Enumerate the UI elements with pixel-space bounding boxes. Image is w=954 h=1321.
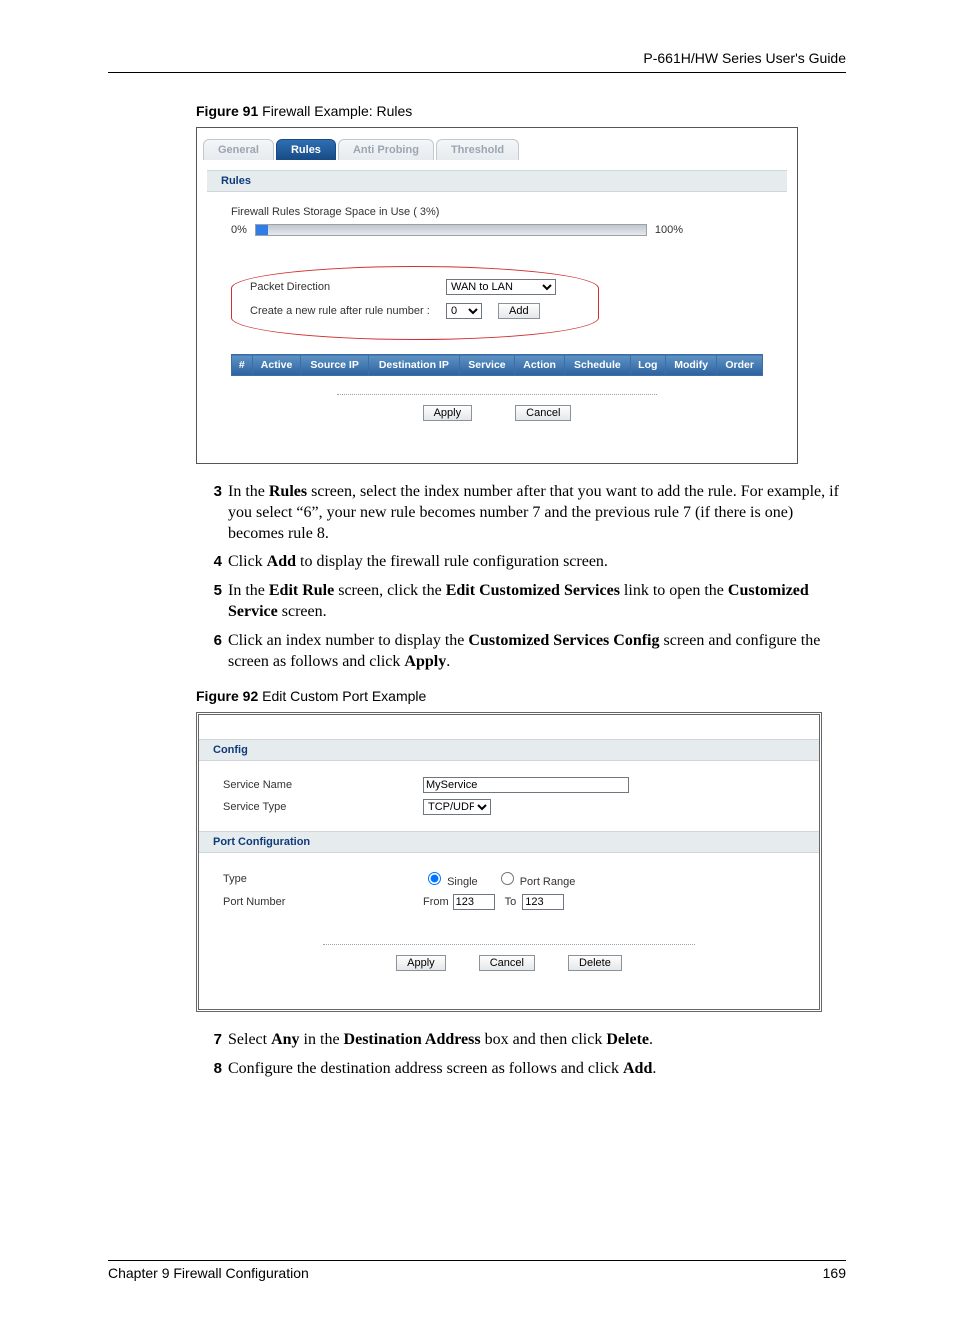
delete-button[interactable]: Delete xyxy=(568,955,622,971)
step-num: 6 xyxy=(196,631,222,673)
steps-a: 3In the Rules screen, select the index n… xyxy=(196,482,846,672)
figure91-caption-bold: Figure 91 xyxy=(196,103,258,119)
from-input[interactable] xyxy=(453,894,495,910)
dotted-separator xyxy=(337,394,656,395)
step-text: Click Add to display the firewall rule c… xyxy=(228,552,608,573)
footer-left: Chapter 9 Firewall Configuration xyxy=(108,1265,309,1281)
step-text: Select Any in the Destination Address bo… xyxy=(228,1030,653,1051)
to-input[interactable] xyxy=(522,894,564,910)
service-type-select[interactable]: TCP/UDP xyxy=(423,799,491,815)
col-order: Order xyxy=(717,355,763,376)
type-single-radio[interactable] xyxy=(428,872,441,885)
service-name-label: Service Name xyxy=(223,779,423,791)
packet-direction-label: Packet Direction xyxy=(250,281,430,293)
type-label: Type xyxy=(223,873,423,885)
doc-header: P-661H/HW Series User's Guide xyxy=(108,50,846,72)
service-name-input[interactable] xyxy=(423,777,629,793)
config-header: Config xyxy=(199,739,819,761)
col-service: Service xyxy=(459,355,514,376)
type-single[interactable]: Single xyxy=(423,869,478,888)
step-text: In the Rules screen, select the index nu… xyxy=(228,482,846,544)
usage-0pct: 0% xyxy=(231,224,247,236)
steps-b: 7 Select Any in the Destination Address b… xyxy=(196,1030,846,1080)
step-text: In the Edit Rule screen, click the Edit … xyxy=(228,581,846,623)
step-7: 7 Select Any in the Destination Address b… xyxy=(196,1030,846,1051)
step-8: 8 Configure the destination address scree… xyxy=(196,1059,846,1080)
col-modify: Modify xyxy=(665,355,716,376)
header-rule xyxy=(108,72,846,73)
usage-100pct: 100% xyxy=(655,224,683,236)
rules-table: # Active Source IP Destination IP Servic… xyxy=(231,354,763,376)
tab-anti-probing[interactable]: Anti Probing xyxy=(338,139,434,160)
controls-highlight: Packet Direction WAN to LAN Create a new… xyxy=(231,266,599,340)
figure92-screenshot: Config Service Name Service Type TCP/UDP… xyxy=(196,712,822,1012)
rules-panel-header: Rules xyxy=(207,170,787,192)
single-text: Single xyxy=(447,876,478,888)
type-range[interactable]: Port Range xyxy=(496,869,576,888)
figure92-caption-rest: Edit Custom Port Example xyxy=(258,688,426,704)
tab-threshold[interactable]: Threshold xyxy=(436,139,519,160)
packet-direction-select[interactable]: WAN to LAN xyxy=(446,279,556,295)
step-num: 7 xyxy=(196,1030,222,1051)
figure91-caption: Figure 91 Firewall Example: Rules xyxy=(196,103,846,119)
col-action: Action xyxy=(515,355,565,376)
apply-button-2[interactable]: Apply xyxy=(396,955,446,971)
figure92-caption: Figure 92 Edit Custom Port Example xyxy=(196,688,846,704)
usage-fill xyxy=(256,225,268,235)
tab-general[interactable]: General xyxy=(203,139,274,160)
tabstrip: General Rules Anti Probing Threshold xyxy=(197,128,797,160)
step-3: 3In the Rules screen, select the index n… xyxy=(196,482,846,544)
cancel-button-2[interactable]: Cancel xyxy=(479,955,535,971)
figure92-caption-bold: Figure 92 xyxy=(196,688,258,704)
service-type-label: Service Type xyxy=(223,801,423,813)
usage-row: 0% 100% xyxy=(231,224,763,236)
step-text: Click an index number to display the Cus… xyxy=(228,631,846,673)
col-log: Log xyxy=(630,355,665,376)
add-button[interactable]: Add xyxy=(498,303,540,319)
step-num: 4 xyxy=(196,552,222,573)
port-config-header: Port Configuration xyxy=(199,831,819,853)
range-text: Port Range xyxy=(520,876,576,888)
port-number-label: Port Number xyxy=(223,896,423,908)
step-5: 5In the Edit Rule screen, click the Edit… xyxy=(196,581,846,623)
col-source-ip: Source IP xyxy=(301,355,368,376)
rule-number-select[interactable]: 0 xyxy=(446,303,482,319)
step-num: 8 xyxy=(196,1059,222,1080)
storage-label: Firewall Rules Storage Space in Use ( 3%… xyxy=(231,206,763,218)
to-label: To xyxy=(505,896,517,908)
col-active: Active xyxy=(252,355,301,376)
usage-bar xyxy=(255,224,647,236)
col-hash: # xyxy=(232,355,253,376)
col-schedule: Schedule xyxy=(565,355,630,376)
step-num: 5 xyxy=(196,581,222,623)
step-4: 4 Click Add to display the firewall rule … xyxy=(196,552,846,573)
dotted-separator-2 xyxy=(323,944,695,945)
apply-button[interactable]: Apply xyxy=(423,405,473,421)
from-label: From xyxy=(423,896,449,908)
footer-right: 169 xyxy=(823,1265,846,1281)
footer-rule xyxy=(108,1260,846,1261)
cancel-button[interactable]: Cancel xyxy=(515,405,571,421)
step-6: 6Click an index number to display the Cu… xyxy=(196,631,846,673)
step-text: Configure the destination address screen… xyxy=(228,1059,656,1080)
step-num: 3 xyxy=(196,482,222,544)
figure91-caption-rest: Firewall Example: Rules xyxy=(258,103,412,119)
figure91-screenshot: General Rules Anti Probing Threshold Rul… xyxy=(196,127,798,464)
create-rule-label: Create a new rule after rule number : xyxy=(250,305,430,317)
col-dest-ip: Destination IP xyxy=(368,355,459,376)
tab-rules[interactable]: Rules xyxy=(276,139,336,160)
type-range-radio[interactable] xyxy=(501,872,514,885)
